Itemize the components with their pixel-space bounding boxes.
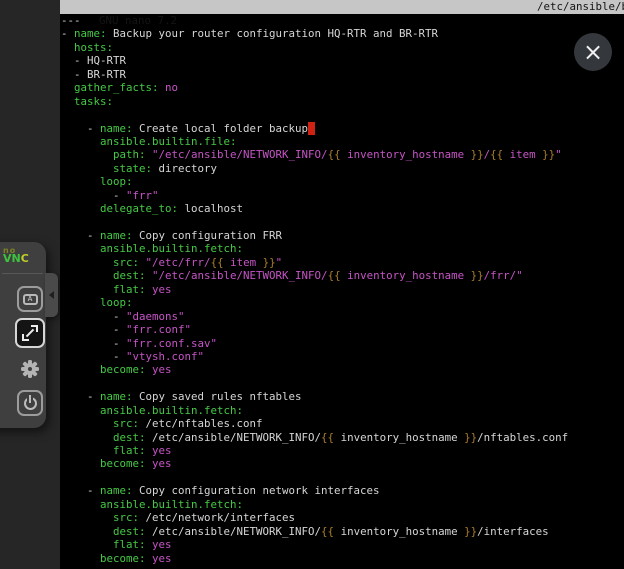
terminal-line: - HQ-RTR [61, 54, 624, 67]
terminal-line: flat: yes [61, 283, 624, 296]
terminal-line [61, 471, 624, 484]
terminal-line: tasks: [61, 95, 624, 108]
terminal-line: - "frr.conf" [61, 323, 624, 336]
nano-filename-label: /etc/ansible/b [537, 0, 624, 14]
terminal-line: - name: Copy configuration FRR [61, 229, 624, 242]
terminal-line: state: directory [61, 162, 624, 175]
fullscreen-icon [22, 325, 38, 341]
terminal-line: src: /etc/network/interfaces [61, 511, 624, 524]
terminal-line: ansible.builtin.file: [61, 135, 624, 148]
terminal-line: become: yes [61, 552, 624, 565]
terminal-text[interactable]: ---- name: Backup your router configurat… [61, 14, 624, 565]
novnc-logo: no VNC [3, 247, 29, 264]
extra-keys-icon: A [23, 294, 38, 305]
collapse-arrow-icon [49, 291, 54, 299]
terminal-line: flat: yes [61, 444, 624, 457]
terminal-line: become: yes [61, 457, 624, 470]
novnc-logo-text-bottom: VNC [3, 254, 29, 264]
terminal-line: - name: Copy saved rules nftables [61, 390, 624, 403]
terminal-line: - "daemons" [61, 310, 624, 323]
terminal-line: dest: /etc/ansible/NETWORK_INFO/{{ inven… [61, 431, 624, 444]
terminal-line: dest: /etc/ansible/NETWORK_INFO/{{ inven… [61, 525, 624, 538]
terminal-line: - "frr" [61, 189, 624, 202]
terminal-line: hosts: [61, 41, 624, 54]
terminal-line: path: "/etc/ansible/NETWORK_INFO/{{ inve… [61, 148, 624, 161]
terminal-line: ansible.builtin.fetch: [61, 242, 624, 255]
terminal-line: --- [61, 14, 624, 27]
terminal-line: - "vtysh.conf" [61, 350, 624, 363]
terminal-line: loop: [61, 175, 624, 188]
toolbar-handle[interactable] [45, 273, 58, 317]
disconnect-button[interactable] [17, 390, 43, 416]
terminal-line: - name: Copy configuration network inter… [61, 484, 624, 497]
terminal-line: become: yes [61, 363, 624, 376]
terminal-line: dest: "/etc/ansible/NETWORK_INFO/{{ inve… [61, 269, 624, 282]
terminal-line: - "frr.conf.sav" [61, 337, 624, 350]
terminal-line: - name: Create local folder backup [61, 122, 624, 135]
extra-keys-button[interactable]: A [17, 286, 43, 312]
gear-icon [21, 360, 39, 378]
terminal-line: flat: yes [61, 538, 624, 551]
close-button[interactable]: × [574, 33, 612, 71]
terminal-line [61, 108, 624, 121]
toolbar-divider [2, 273, 43, 274]
terminal-line: - BR-RTR [61, 68, 624, 81]
terminal-line: delegate_to: localhost [61, 202, 624, 215]
terminal-window[interactable]: GNU nano 7.2 /etc/ansible/b ---- name: B… [60, 0, 624, 569]
terminal-line: src: "/etc/frr/{{ item }}" [61, 256, 624, 269]
terminal-line: src: /etc/nftables.conf [61, 417, 624, 430]
fullscreen-button[interactable] [15, 318, 45, 348]
settings-button[interactable] [17, 356, 43, 382]
terminal-line: - name: Backup your router configuration… [61, 27, 624, 40]
terminal-line [61, 377, 624, 390]
nano-titlebar: GNU nano 7.2 /etc/ansible/b [60, 0, 624, 14]
terminal-line: ansible.builtin.fetch: [61, 498, 624, 511]
terminal-line: ansible.builtin.fetch: [61, 404, 624, 417]
vnc-control-bar: no VNC A [0, 242, 46, 428]
power-icon [23, 396, 38, 411]
close-icon: × [583, 40, 603, 64]
terminal-line: gather_facts: no [61, 81, 624, 94]
terminal-line [61, 216, 624, 229]
terminal-line: loop: [61, 296, 624, 309]
